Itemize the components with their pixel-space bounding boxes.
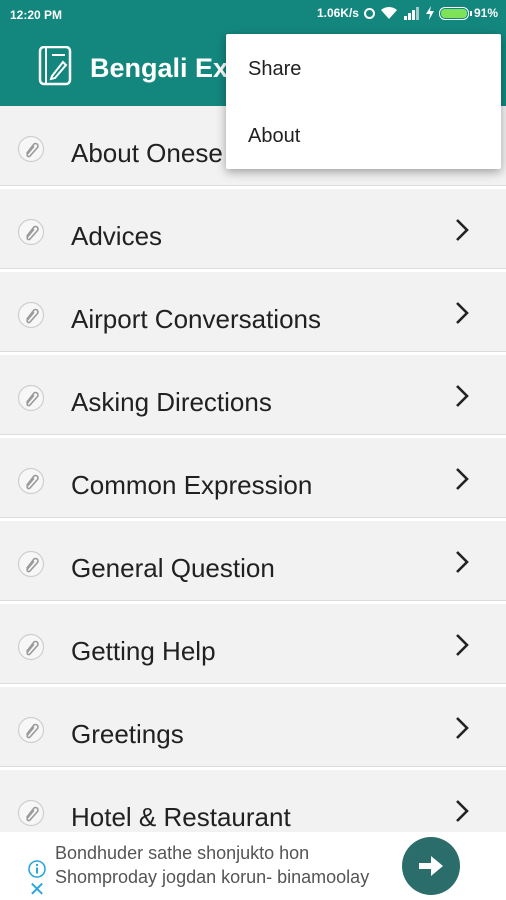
ad-line-2: Shomproday jogdan korun- binamoolay xyxy=(55,867,370,887)
list-item[interactable]: General Question xyxy=(0,521,506,601)
info-icon[interactable] xyxy=(26,859,48,879)
list-item-label: Getting Help xyxy=(71,636,216,666)
menu-item-share[interactable]: Share xyxy=(226,36,501,103)
list-item-label: Airport Conversations xyxy=(71,304,321,334)
app-title: Bengali Exp xyxy=(90,53,245,83)
list-item-label: Advices xyxy=(71,221,163,251)
paperclip-icon xyxy=(17,633,45,661)
chevron-right-icon xyxy=(456,302,469,324)
sync-icon xyxy=(363,7,375,19)
ad-banner[interactable]: ✕ Bondhuder sathe shonjukto hon Shomprod… xyxy=(0,832,506,900)
list-item-label: Asking Directions xyxy=(71,387,272,417)
ad-cta-button[interactable] xyxy=(402,837,460,895)
list-item-label: Hotel & Restaurant xyxy=(71,802,291,832)
list-item-label: Greetings xyxy=(71,719,184,749)
paperclip-icon xyxy=(17,384,45,412)
list-item[interactable]: Asking Directions xyxy=(0,355,506,435)
category-list: About Onese Advices Airport Conversation… xyxy=(0,106,506,833)
arrow-right-icon xyxy=(419,856,443,876)
paperclip-icon xyxy=(17,467,45,495)
paperclip-icon xyxy=(17,301,45,329)
status-time: 12:20 PM xyxy=(10,8,63,22)
chevron-right-icon xyxy=(456,551,469,573)
app-logo-icon xyxy=(38,46,72,86)
ad-close-icon[interactable]: ✕ xyxy=(26,880,48,900)
list-item[interactable]: Hotel & Restaurant xyxy=(0,770,506,833)
paperclip-icon xyxy=(17,218,45,246)
battery-percent: 91% xyxy=(473,6,498,20)
list-item[interactable]: Advices xyxy=(0,189,506,269)
list-item[interactable]: Greetings xyxy=(0,687,506,767)
ad-text: Bondhuder sathe shonjukto hon Shomproday… xyxy=(55,841,369,889)
chevron-right-icon xyxy=(456,800,469,822)
chevron-right-icon xyxy=(456,385,469,407)
list-item[interactable]: Airport Conversations xyxy=(0,272,506,352)
network-speed: 1.06K/s xyxy=(316,6,359,20)
status-bar: 12:20 PM 1.06K/s 91% xyxy=(0,0,506,30)
menu-item-about[interactable]: About xyxy=(226,103,501,170)
list-item[interactable]: Common Expression xyxy=(0,438,506,518)
chevron-right-icon xyxy=(456,468,469,490)
list-item-label: Common Expression xyxy=(71,470,313,500)
chevron-right-icon xyxy=(456,717,469,739)
battery-icon xyxy=(438,6,472,20)
list-item-label: About Onese xyxy=(71,138,223,168)
ad-line-1: Bondhuder sathe shonjukto hon xyxy=(55,843,310,863)
chevron-right-icon xyxy=(456,219,469,241)
screen: 12:20 PM 1.06K/s 91% Bengali Exp About O… xyxy=(0,0,506,900)
chevron-right-icon xyxy=(456,634,469,656)
overflow-menu: Share About xyxy=(226,34,501,169)
wifi-icon xyxy=(380,6,397,19)
charging-icon xyxy=(425,6,434,20)
list-item-label: General Question xyxy=(71,553,275,583)
paperclip-icon xyxy=(17,550,45,578)
paperclip-icon xyxy=(17,716,45,744)
list-item[interactable]: Getting Help xyxy=(0,604,506,684)
paperclip-icon xyxy=(17,135,45,163)
signal-icon xyxy=(403,6,419,20)
paperclip-icon xyxy=(17,799,45,827)
status-icons: 1.06K/s 91% xyxy=(317,6,498,20)
